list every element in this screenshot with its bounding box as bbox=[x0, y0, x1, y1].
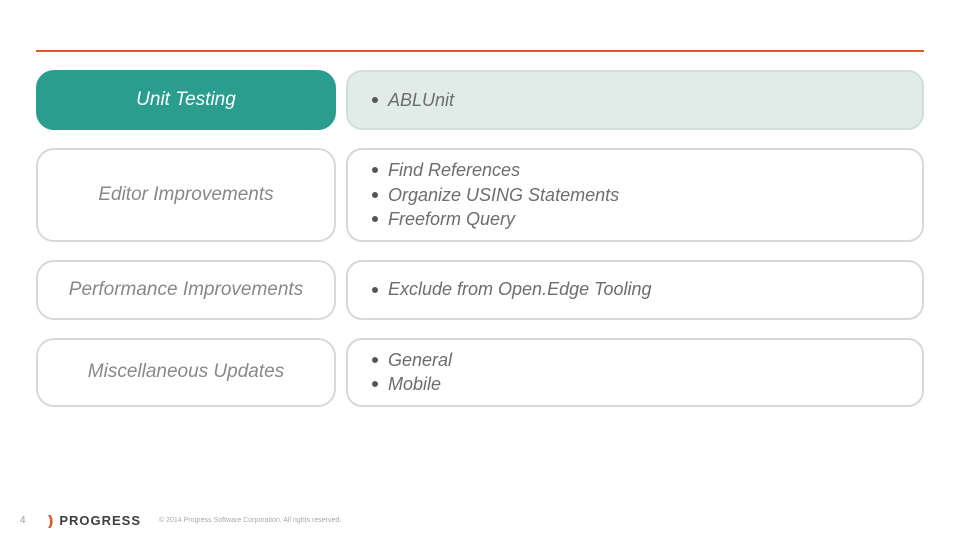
header-rule bbox=[36, 50, 924, 52]
item-text: General bbox=[388, 349, 452, 372]
category-editor-improvements: Editor Improvements bbox=[36, 148, 336, 242]
items-editor-improvements: Find References Organize USING Statement… bbox=[346, 148, 924, 242]
bullet-icon bbox=[372, 216, 378, 222]
category-label: Performance Improvements bbox=[69, 278, 303, 302]
slide: Unit Testing ABLUnit Editor Improvements… bbox=[0, 0, 960, 540]
list-item: ABLUnit bbox=[372, 88, 898, 113]
bullet-icon bbox=[372, 287, 378, 293]
items-unit-testing: ABLUnit bbox=[346, 70, 924, 130]
copyright-text: © 2014 Progress Software Corporation. Al… bbox=[159, 517, 341, 524]
items-performance-improvements: Exclude from Open.Edge Tooling bbox=[346, 260, 924, 320]
row-performance-improvements: Performance Improvements Exclude from Op… bbox=[36, 260, 924, 320]
list-item: Find References bbox=[372, 158, 898, 183]
footer: 4 )) PROGRESS © 2014 Progress Software C… bbox=[0, 512, 960, 528]
bullet-icon bbox=[372, 97, 378, 103]
category-unit-testing: Unit Testing bbox=[36, 70, 336, 130]
bullet-icon bbox=[372, 167, 378, 173]
row-editor-improvements: Editor Improvements Find References Orga… bbox=[36, 148, 924, 242]
list-item: Exclude from Open.Edge Tooling bbox=[372, 277, 898, 302]
item-text: Find References bbox=[388, 159, 520, 182]
category-miscellaneous-updates: Miscellaneous Updates bbox=[36, 338, 336, 407]
category-label: Editor Improvements bbox=[98, 183, 273, 207]
content-grid: Unit Testing ABLUnit Editor Improvements… bbox=[36, 70, 924, 470]
row-miscellaneous-updates: Miscellaneous Updates General Mobile bbox=[36, 338, 924, 407]
bullet-icon bbox=[372, 357, 378, 363]
top-spacer bbox=[0, 0, 960, 50]
list-item: Freeform Query bbox=[372, 207, 898, 232]
logo-text: PROGRESS bbox=[59, 513, 141, 528]
chevron-icon: )) bbox=[48, 512, 49, 528]
progress-logo: )) PROGRESS bbox=[48, 512, 141, 528]
item-text: Organize USING Statements bbox=[388, 184, 619, 207]
bullet-icon bbox=[372, 192, 378, 198]
item-text: Freeform Query bbox=[388, 208, 515, 231]
list-item: Mobile bbox=[372, 372, 898, 397]
bullet-icon bbox=[372, 381, 378, 387]
list-item: General bbox=[372, 348, 898, 373]
page-number: 4 bbox=[20, 515, 30, 526]
category-performance-improvements: Performance Improvements bbox=[36, 260, 336, 320]
row-unit-testing: Unit Testing ABLUnit bbox=[36, 70, 924, 130]
category-label: Unit Testing bbox=[136, 88, 236, 112]
category-label: Miscellaneous Updates bbox=[88, 360, 284, 384]
items-miscellaneous-updates: General Mobile bbox=[346, 338, 924, 407]
item-text: Exclude from Open.Edge Tooling bbox=[388, 278, 652, 301]
list-item: Organize USING Statements bbox=[372, 183, 898, 208]
item-text: ABLUnit bbox=[388, 89, 454, 112]
item-text: Mobile bbox=[388, 373, 441, 396]
